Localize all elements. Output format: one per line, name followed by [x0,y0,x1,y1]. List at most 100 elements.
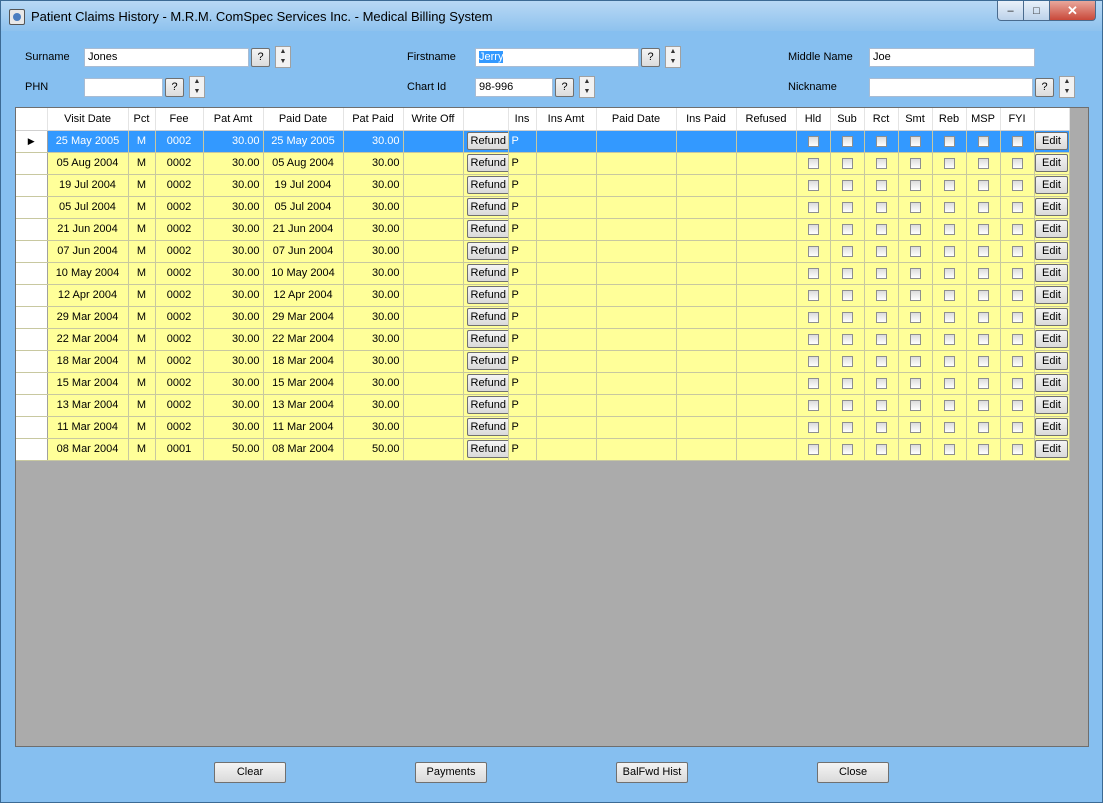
reb-checkbox[interactable] [943,443,955,455]
reb-checkbox[interactable] [943,223,955,235]
rct-checkbox[interactable] [875,267,887,279]
sub-checkbox[interactable] [841,399,853,411]
smt-checkbox[interactable] [909,267,921,279]
fyi-checkbox[interactable] [1011,179,1023,191]
column-header[interactable]: Pat Paid [343,108,404,131]
refund-button[interactable]: Refund [466,440,507,458]
row-header[interactable] [16,196,48,219]
msp-checkbox[interactable] [977,245,989,257]
refund-button[interactable]: Refund [466,264,507,282]
sub-checkbox[interactable] [841,377,853,389]
msp-checkbox[interactable] [977,399,989,411]
column-header[interactable] [16,108,48,131]
row-header[interactable] [16,174,48,197]
sub-checkbox[interactable] [841,421,853,433]
nickname-lookup-button[interactable]: ? [1035,78,1054,97]
fyi-checkbox[interactable] [1011,135,1023,147]
reb-checkbox[interactable] [943,201,955,213]
smt-checkbox[interactable] [909,399,921,411]
sub-checkbox[interactable] [841,223,853,235]
surname-lookup-button[interactable]: ? [251,48,270,67]
table-row[interactable]: 18 Mar 2004 M 0002 30.00 18 Mar 2004 30.00 Ref… [16,350,1070,373]
column-header[interactable]: Paid Date [596,108,677,131]
smt-checkbox[interactable] [909,443,921,455]
column-header[interactable]: Ins [508,108,537,131]
rct-checkbox[interactable] [875,245,887,257]
column-header[interactable]: MSP [966,108,1001,131]
spin-down-icon[interactable]: ▼ [1060,87,1074,97]
spin-down-icon[interactable]: ▼ [580,87,594,97]
table-row[interactable]: 29 Mar 2004 M 0002 30.00 29 Mar 2004 30.00 Ref… [16,306,1070,329]
row-header[interactable] [16,394,48,417]
column-header[interactable]: Reb [932,108,967,131]
edit-button[interactable]: Edit [1035,440,1068,458]
msp-checkbox[interactable] [977,267,989,279]
phn-field[interactable] [84,78,163,97]
edit-button[interactable]: Edit [1035,176,1068,194]
edit-button[interactable]: Edit [1035,154,1068,172]
firstname-lookup-button[interactable]: ? [641,48,660,67]
column-header[interactable]: Sub [830,108,865,131]
column-header[interactable]: Fee [155,108,204,131]
payments-button[interactable]: Payments [415,762,487,783]
hld-checkbox[interactable] [807,421,819,433]
smt-checkbox[interactable] [909,289,921,301]
clear-button[interactable]: Clear [214,762,286,783]
rct-checkbox[interactable] [875,399,887,411]
hld-checkbox[interactable] [807,289,819,301]
smt-checkbox[interactable] [909,135,921,147]
refund-button[interactable]: Refund [466,198,507,216]
chart-id-field[interactable]: 98-996 [475,78,553,97]
refund-button[interactable]: Refund [466,154,507,172]
spin-up-icon[interactable]: ▲ [190,77,204,87]
smt-checkbox[interactable] [909,179,921,191]
sub-checkbox[interactable] [841,355,853,367]
refund-button[interactable]: Refund [466,132,507,150]
edit-button[interactable]: Edit [1035,198,1068,216]
edit-button[interactable]: Edit [1035,374,1068,392]
hld-checkbox[interactable] [807,157,819,169]
fyi-checkbox[interactable] [1011,377,1023,389]
row-header[interactable] [16,284,48,307]
rct-checkbox[interactable] [875,443,887,455]
edit-button[interactable]: Edit [1035,132,1068,150]
fyi-checkbox[interactable] [1011,333,1023,345]
smt-checkbox[interactable] [909,245,921,257]
rct-checkbox[interactable] [875,421,887,433]
refund-button[interactable]: Refund [466,396,507,414]
reb-checkbox[interactable] [943,289,955,301]
column-header[interactable]: Ins Amt [536,108,597,131]
reb-checkbox[interactable] [943,135,955,147]
reb-checkbox[interactable] [943,179,955,191]
table-row[interactable]: 07 Jun 2004 M 0002 30.00 07 Jun 2004 30.00 Ref… [16,240,1070,263]
table-row[interactable]: 10 May 2004 M 0002 30.00 10 May 2004 30.00 Ref… [16,262,1070,285]
edit-button[interactable]: Edit [1035,242,1068,260]
smt-checkbox[interactable] [909,421,921,433]
msp-checkbox[interactable] [977,355,989,367]
sub-checkbox[interactable] [841,311,853,323]
hld-checkbox[interactable] [807,267,819,279]
surname-spinner[interactable]: ▲ ▼ [275,46,291,68]
spin-up-icon[interactable]: ▲ [666,47,680,57]
rct-checkbox[interactable] [875,333,887,345]
msp-checkbox[interactable] [977,311,989,323]
smt-checkbox[interactable] [909,333,921,345]
spin-up-icon[interactable]: ▲ [276,47,290,57]
edit-button[interactable]: Edit [1035,352,1068,370]
row-header[interactable] [16,350,48,373]
edit-button[interactable]: Edit [1035,220,1068,238]
column-header[interactable]: Pat Amt [203,108,264,131]
sub-checkbox[interactable] [841,179,853,191]
hld-checkbox[interactable] [807,333,819,345]
msp-checkbox[interactable] [977,421,989,433]
row-header[interactable] [16,262,48,285]
close-window-button[interactable]: ✕ [1050,1,1096,21]
msp-checkbox[interactable] [977,223,989,235]
nickname-field[interactable] [869,78,1033,97]
chart-id-spinner[interactable]: ▲ ▼ [579,76,595,98]
spin-down-icon[interactable]: ▼ [276,57,290,67]
column-header[interactable]: Hld [796,108,831,131]
sub-checkbox[interactable] [841,267,853,279]
hld-checkbox[interactable] [807,399,819,411]
hld-checkbox[interactable] [807,135,819,147]
